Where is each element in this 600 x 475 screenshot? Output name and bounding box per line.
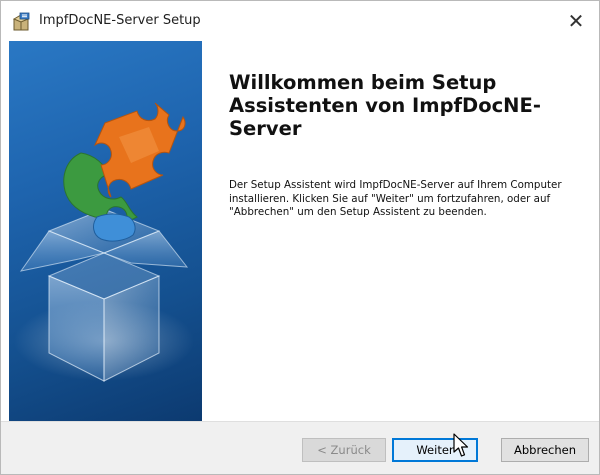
close-icon: ✕ — [567, 9, 585, 33]
window-title: ImpfDocNE-Server Setup — [39, 13, 201, 28]
next-button[interactable]: Weiter — [392, 438, 478, 462]
setup-window: ImpfDocNE-Server Setup ✕ Willkommen beim… — [0, 0, 600, 475]
puzzle-box-illustration — [14, 102, 194, 382]
installer-package-icon — [12, 12, 30, 31]
back-button[interactable]: < Zurück — [302, 438, 386, 462]
banner-image — [9, 41, 202, 421]
button-bar: < Zurück Weiter Abbrechen — [1, 421, 599, 474]
welcome-heading: Willkommen beim Setup Assistenten von Im… — [229, 71, 541, 140]
welcome-panel: Willkommen beim Setup Assistenten von Im… — [1, 41, 599, 421]
welcome-description: Der Setup Assistent wird ImpfDocNE-Serve… — [229, 179, 562, 218]
title-bar: ImpfDocNE-Server Setup ✕ — [1, 1, 599, 41]
close-button[interactable]: ✕ — [553, 1, 599, 41]
cancel-button[interactable]: Abbrechen — [501, 438, 589, 462]
